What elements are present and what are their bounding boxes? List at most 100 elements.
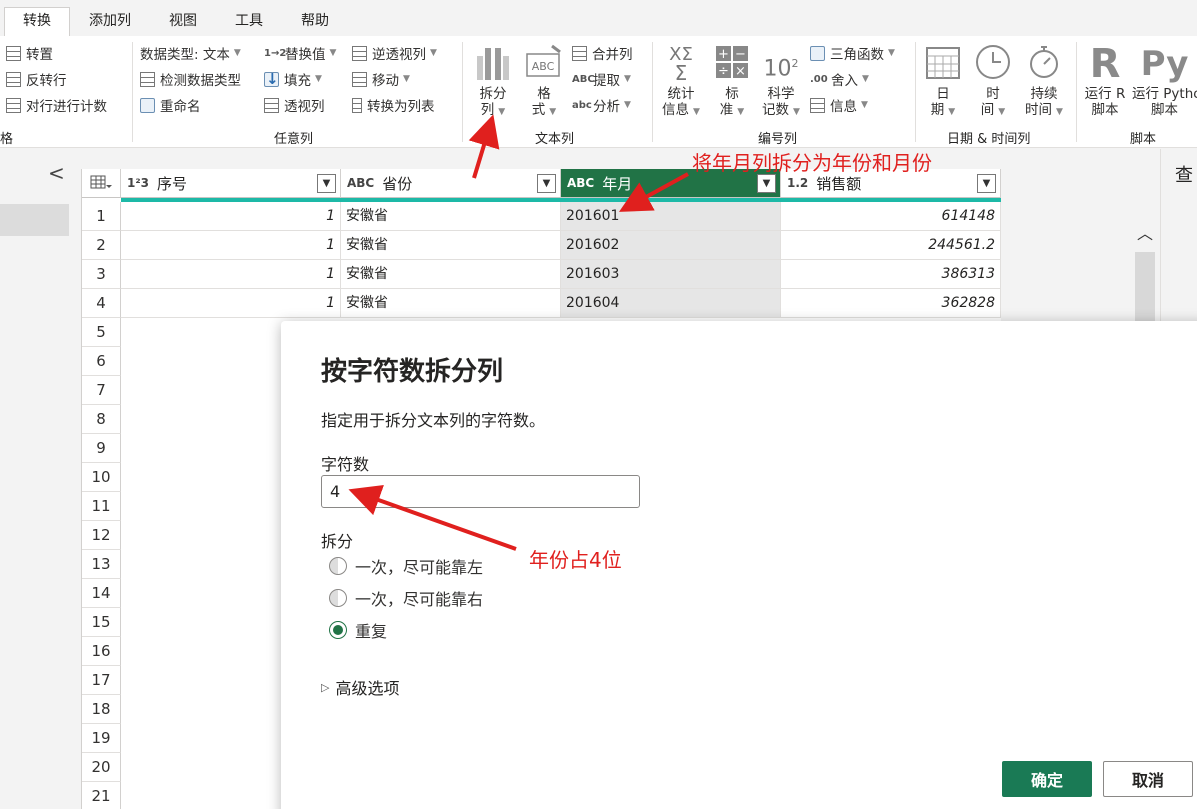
table-cell[interactable]: 安徽省 [341, 289, 561, 318]
row-number[interactable]: 1 [82, 202, 121, 231]
chevron-down-icon: ▼ [315, 74, 322, 84]
scientific-button[interactable]: 102 科学 记数 ▼ [758, 42, 804, 120]
row-number[interactable]: 18 [82, 695, 121, 724]
rounding-button[interactable]: .00 舍入 ▼ [810, 68, 869, 90]
filter-dropdown-icon[interactable]: ▼ [317, 174, 336, 193]
trigonometry-button[interactable]: 三角函数 ▼ [810, 42, 895, 64]
row-number[interactable]: 21 [82, 782, 121, 809]
fill-button[interactable]: 填充▼ [264, 68, 322, 90]
tab-add-column[interactable]: 添加列 [76, 8, 144, 36]
advanced-options-toggle[interactable]: ▷ 高级选项 [321, 675, 399, 699]
radio-once-left[interactable]: 一次，尽可能靠左 [329, 554, 483, 578]
standard-button[interactable]: + − ÷ × 标 准 ▼ [710, 42, 754, 120]
row-number[interactable]: 7 [82, 376, 121, 405]
row-number[interactable]: 19 [82, 724, 121, 753]
time-button[interactable]: 时 间 ▼ [970, 42, 1016, 120]
radio-repeat[interactable]: 重复 [329, 618, 387, 642]
tab-tools[interactable]: 工具 [220, 8, 278, 36]
move-button[interactable]: 移动 ▼ [352, 68, 410, 90]
row-number[interactable]: 12 [82, 521, 121, 550]
filter-dropdown-icon[interactable]: ▼ [537, 174, 556, 193]
table-cell[interactable]: 201602 [561, 231, 781, 260]
row-number[interactable]: 3 [82, 260, 121, 289]
row-number[interactable]: 6 [82, 347, 121, 376]
ok-button[interactable]: 确定 [1002, 761, 1092, 797]
row-number[interactable]: 5 [82, 318, 121, 347]
replace-values-button[interactable]: 1→2 替换值 ▼ [264, 42, 336, 64]
split-by-chars-dialog: 按字符数拆分列 指定用于拆分文本列的字符数。 字符数 拆分 一次，尽可能靠左 一… [281, 321, 1197, 809]
table-cell[interactable]: 201603 [561, 260, 781, 289]
row-number[interactable]: 2 [82, 231, 121, 260]
tab-view[interactable]: 视图 [154, 8, 212, 36]
row-number[interactable]: 16 [82, 637, 121, 666]
merge-icon [572, 45, 587, 61]
table-cell[interactable]: 244561.2 [781, 231, 1001, 260]
count-rows-button[interactable]: 对行进行计数 [6, 94, 107, 116]
row-number[interactable]: 11 [82, 492, 121, 521]
table-cell[interactable]: 386313 [781, 260, 1001, 289]
table-cell[interactable]: 1 [121, 202, 341, 231]
selected-query[interactable] [0, 204, 69, 236]
chevron-down-icon: ▼ [861, 100, 868, 110]
chevron-down-icon: ▼ [403, 74, 410, 84]
table-cell[interactable]: 1 [121, 231, 341, 260]
row-number[interactable]: 13 [82, 550, 121, 579]
date-button[interactable]: 日 期 ▼ [920, 42, 966, 120]
transpose-button[interactable]: 转置 [6, 42, 53, 64]
info-icon [810, 97, 825, 113]
table-cell[interactable]: 201601 [561, 202, 781, 231]
reverse-rows-button[interactable]: 反转行 [6, 68, 67, 90]
chevron-down-icon: ▼ [693, 107, 700, 117]
row-number[interactable]: 10 [82, 463, 121, 492]
clock-icon [976, 45, 1010, 79]
extract-button[interactable]: ABC 提取 ▼ [572, 68, 631, 90]
table-cell[interactable]: 1 [121, 260, 341, 289]
pivot-button[interactable]: 透视列 [264, 94, 325, 116]
filter-dropdown-icon[interactable]: ▼ [977, 174, 996, 193]
merge-columns-button[interactable]: 合并列 [572, 42, 633, 64]
tab-transform[interactable]: 转换 [4, 7, 70, 37]
filter-dropdown-icon[interactable]: ▼ [757, 174, 776, 193]
row-number[interactable]: 17 [82, 666, 121, 695]
statistics-button[interactable]: XΣ Σ 统计 信息 ▼ [658, 42, 704, 120]
table-cell[interactable]: 安徽省 [341, 202, 561, 231]
row-number[interactable]: 4 [82, 289, 121, 318]
table-cell[interactable]: 1 [121, 289, 341, 318]
table-cell[interactable]: 614148 [781, 202, 1001, 231]
data-type-dropdown[interactable]: 数据类型: 文本 ▼ [140, 42, 241, 64]
parse-button[interactable]: abc 分析 ▼ [572, 94, 631, 116]
run-python-script-button[interactable]: Py 运行 Python 脚本 [1132, 42, 1197, 118]
table-cell[interactable]: 安徽省 [341, 231, 561, 260]
run-r-script-button[interactable]: R 运行 R 脚本 [1080, 42, 1130, 118]
unpivot-button[interactable]: 逆透视列 ▼ [352, 42, 437, 64]
table-cell[interactable]: 201604 [561, 289, 781, 318]
tab-help[interactable]: 帮助 [286, 8, 344, 36]
duration-button[interactable]: 持续 时间 ▼ [1020, 42, 1068, 120]
column-header-province[interactable]: ABC 省份 ▼ [341, 169, 561, 198]
table-cell[interactable]: 安徽省 [341, 260, 561, 289]
row-number[interactable]: 8 [82, 405, 121, 434]
svg-text:−: − [735, 47, 746, 62]
chevron-down-icon: ▼ [549, 107, 557, 117]
row-number[interactable]: 20 [82, 753, 121, 782]
table-cell[interactable]: 362828 [781, 289, 1001, 318]
annotation-mid: 年份占4位 [529, 548, 622, 572]
information-button[interactable]: 信息 ▼ [810, 94, 868, 116]
radio-once-right[interactable]: 一次，尽可能靠右 [329, 586, 483, 610]
replace-icon: 1→2 [264, 47, 287, 59]
query-settings-title: 查 [1175, 165, 1193, 186]
format-button[interactable]: ABC 格 式 ▼ [522, 42, 566, 120]
table-menu-button[interactable] [82, 169, 121, 198]
split-column-button[interactable]: 拆分 列 ▼ [470, 42, 516, 120]
detect-type-button[interactable]: 检测数据类型 [140, 68, 241, 90]
convert-to-list-button[interactable]: 转换为列表 [352, 94, 435, 116]
rename-button[interactable]: 重命名 [140, 94, 201, 116]
char-count-input[interactable] [321, 475, 640, 508]
row-number[interactable]: 14 [82, 579, 121, 608]
row-number[interactable]: 9 [82, 434, 121, 463]
scroll-up-icon[interactable]: ︿ [1137, 220, 1153, 244]
collapse-chevron-icon[interactable]: < [48, 161, 65, 185]
cancel-button[interactable]: 取消 [1103, 761, 1193, 797]
row-number[interactable]: 15 [82, 608, 121, 637]
column-header-seq[interactable]: 1²3 序号 ▼ [121, 169, 341, 198]
